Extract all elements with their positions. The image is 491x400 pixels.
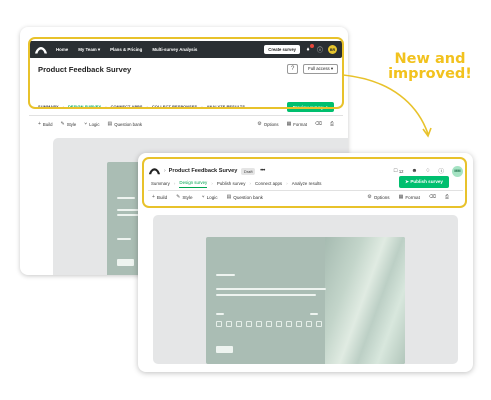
divider — [29, 115, 343, 116]
print-icon: ⎙ — [329, 121, 334, 127]
placeholder-line — [216, 294, 316, 296]
build-label: Build — [42, 121, 53, 127]
rating-box — [286, 321, 292, 327]
style-tool[interactable]: ✎ Style — [60, 121, 76, 127]
delete-button[interactable]: ⌫ — [315, 121, 322, 127]
rating-box — [236, 321, 242, 327]
placeholder-line — [310, 313, 318, 315]
rating-box — [226, 321, 232, 327]
options-label: Options — [263, 121, 279, 127]
old-toolbar-right: ⚙ Options ▦ Format ⌫ ⎙ — [257, 121, 334, 127]
brush-icon: ✎ — [60, 121, 65, 127]
logic-label: Logic — [89, 121, 100, 127]
callout-text: New and improved! — [378, 52, 482, 82]
bank-icon: ▤ — [107, 121, 113, 127]
question-bank-tool[interactable]: ▤ Question bank — [108, 121, 142, 127]
new-highlight-frame — [142, 157, 467, 208]
logic-icon: ⑂ — [84, 121, 88, 127]
old-toolbar-left: + Build ✎ Style ⑂ Logic ▤ Question bank — [38, 121, 142, 127]
style-label: Style — [66, 121, 77, 127]
build-tool[interactable]: + Build — [38, 121, 52, 127]
rating-box — [266, 321, 272, 327]
placeholder-line — [117, 197, 135, 199]
decorative-drape-image — [325, 237, 405, 364]
placeholder-line — [216, 274, 235, 276]
placeholder-line — [216, 313, 224, 315]
rating-box — [246, 321, 252, 327]
plus-icon: + — [38, 121, 41, 127]
new-survey-canvas — [153, 215, 458, 364]
placeholder-line — [216, 288, 326, 290]
options-tool[interactable]: ⚙ Options — [257, 121, 278, 127]
rating-box — [276, 321, 282, 327]
placeholder-button — [216, 346, 233, 353]
rating-box — [316, 321, 322, 327]
rating-box — [306, 321, 312, 327]
new-survey-preview-card — [206, 237, 405, 364]
rating-box — [216, 321, 222, 327]
print-button[interactable]: ⎙ — [330, 121, 334, 127]
callout-line-2: improved! — [388, 66, 472, 82]
question-bank-label: Question bank — [114, 121, 142, 127]
format-icon: ▦ — [286, 121, 292, 127]
placeholder-button — [117, 259, 134, 266]
gear-icon: ⚙ — [257, 121, 262, 127]
rating-box — [256, 321, 262, 327]
trash-icon: ⌫ — [314, 121, 322, 127]
format-tool[interactable]: ▦ Format — [287, 121, 307, 127]
old-highlight-frame — [28, 37, 344, 109]
rating-box — [296, 321, 302, 327]
logic-tool[interactable]: ⑂ Logic — [84, 121, 99, 127]
placeholder-line — [117, 238, 131, 240]
format-label: Format — [293, 121, 307, 127]
callout-line-1: New and — [394, 51, 466, 67]
